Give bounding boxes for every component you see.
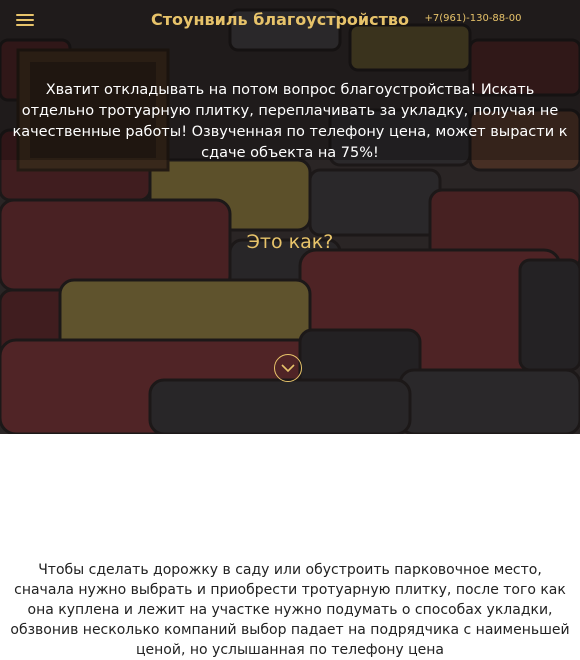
- site-header: Стоунвиль благоустройство +7(961)-130-88…: [0, 0, 580, 40]
- site-title[interactable]: Стоунвиль благоустройство: [130, 10, 430, 29]
- hero-question: Это как?: [246, 231, 334, 253]
- hamburger-menu-icon[interactable]: [16, 12, 34, 28]
- hero-intro-text: Хватит откладывать на потом вопрос благо…: [12, 82, 568, 161]
- content-paragraph: Чтобы сделать дорожку в саду или обустро…: [10, 562, 570, 658]
- chevron-down-circle-icon[interactable]: [274, 354, 302, 382]
- phone-link[interactable]: +7(961)-130-88-00: [418, 13, 528, 24]
- hero-section: Стоунвиль благоустройство +7(961)-130-88…: [0, 0, 580, 434]
